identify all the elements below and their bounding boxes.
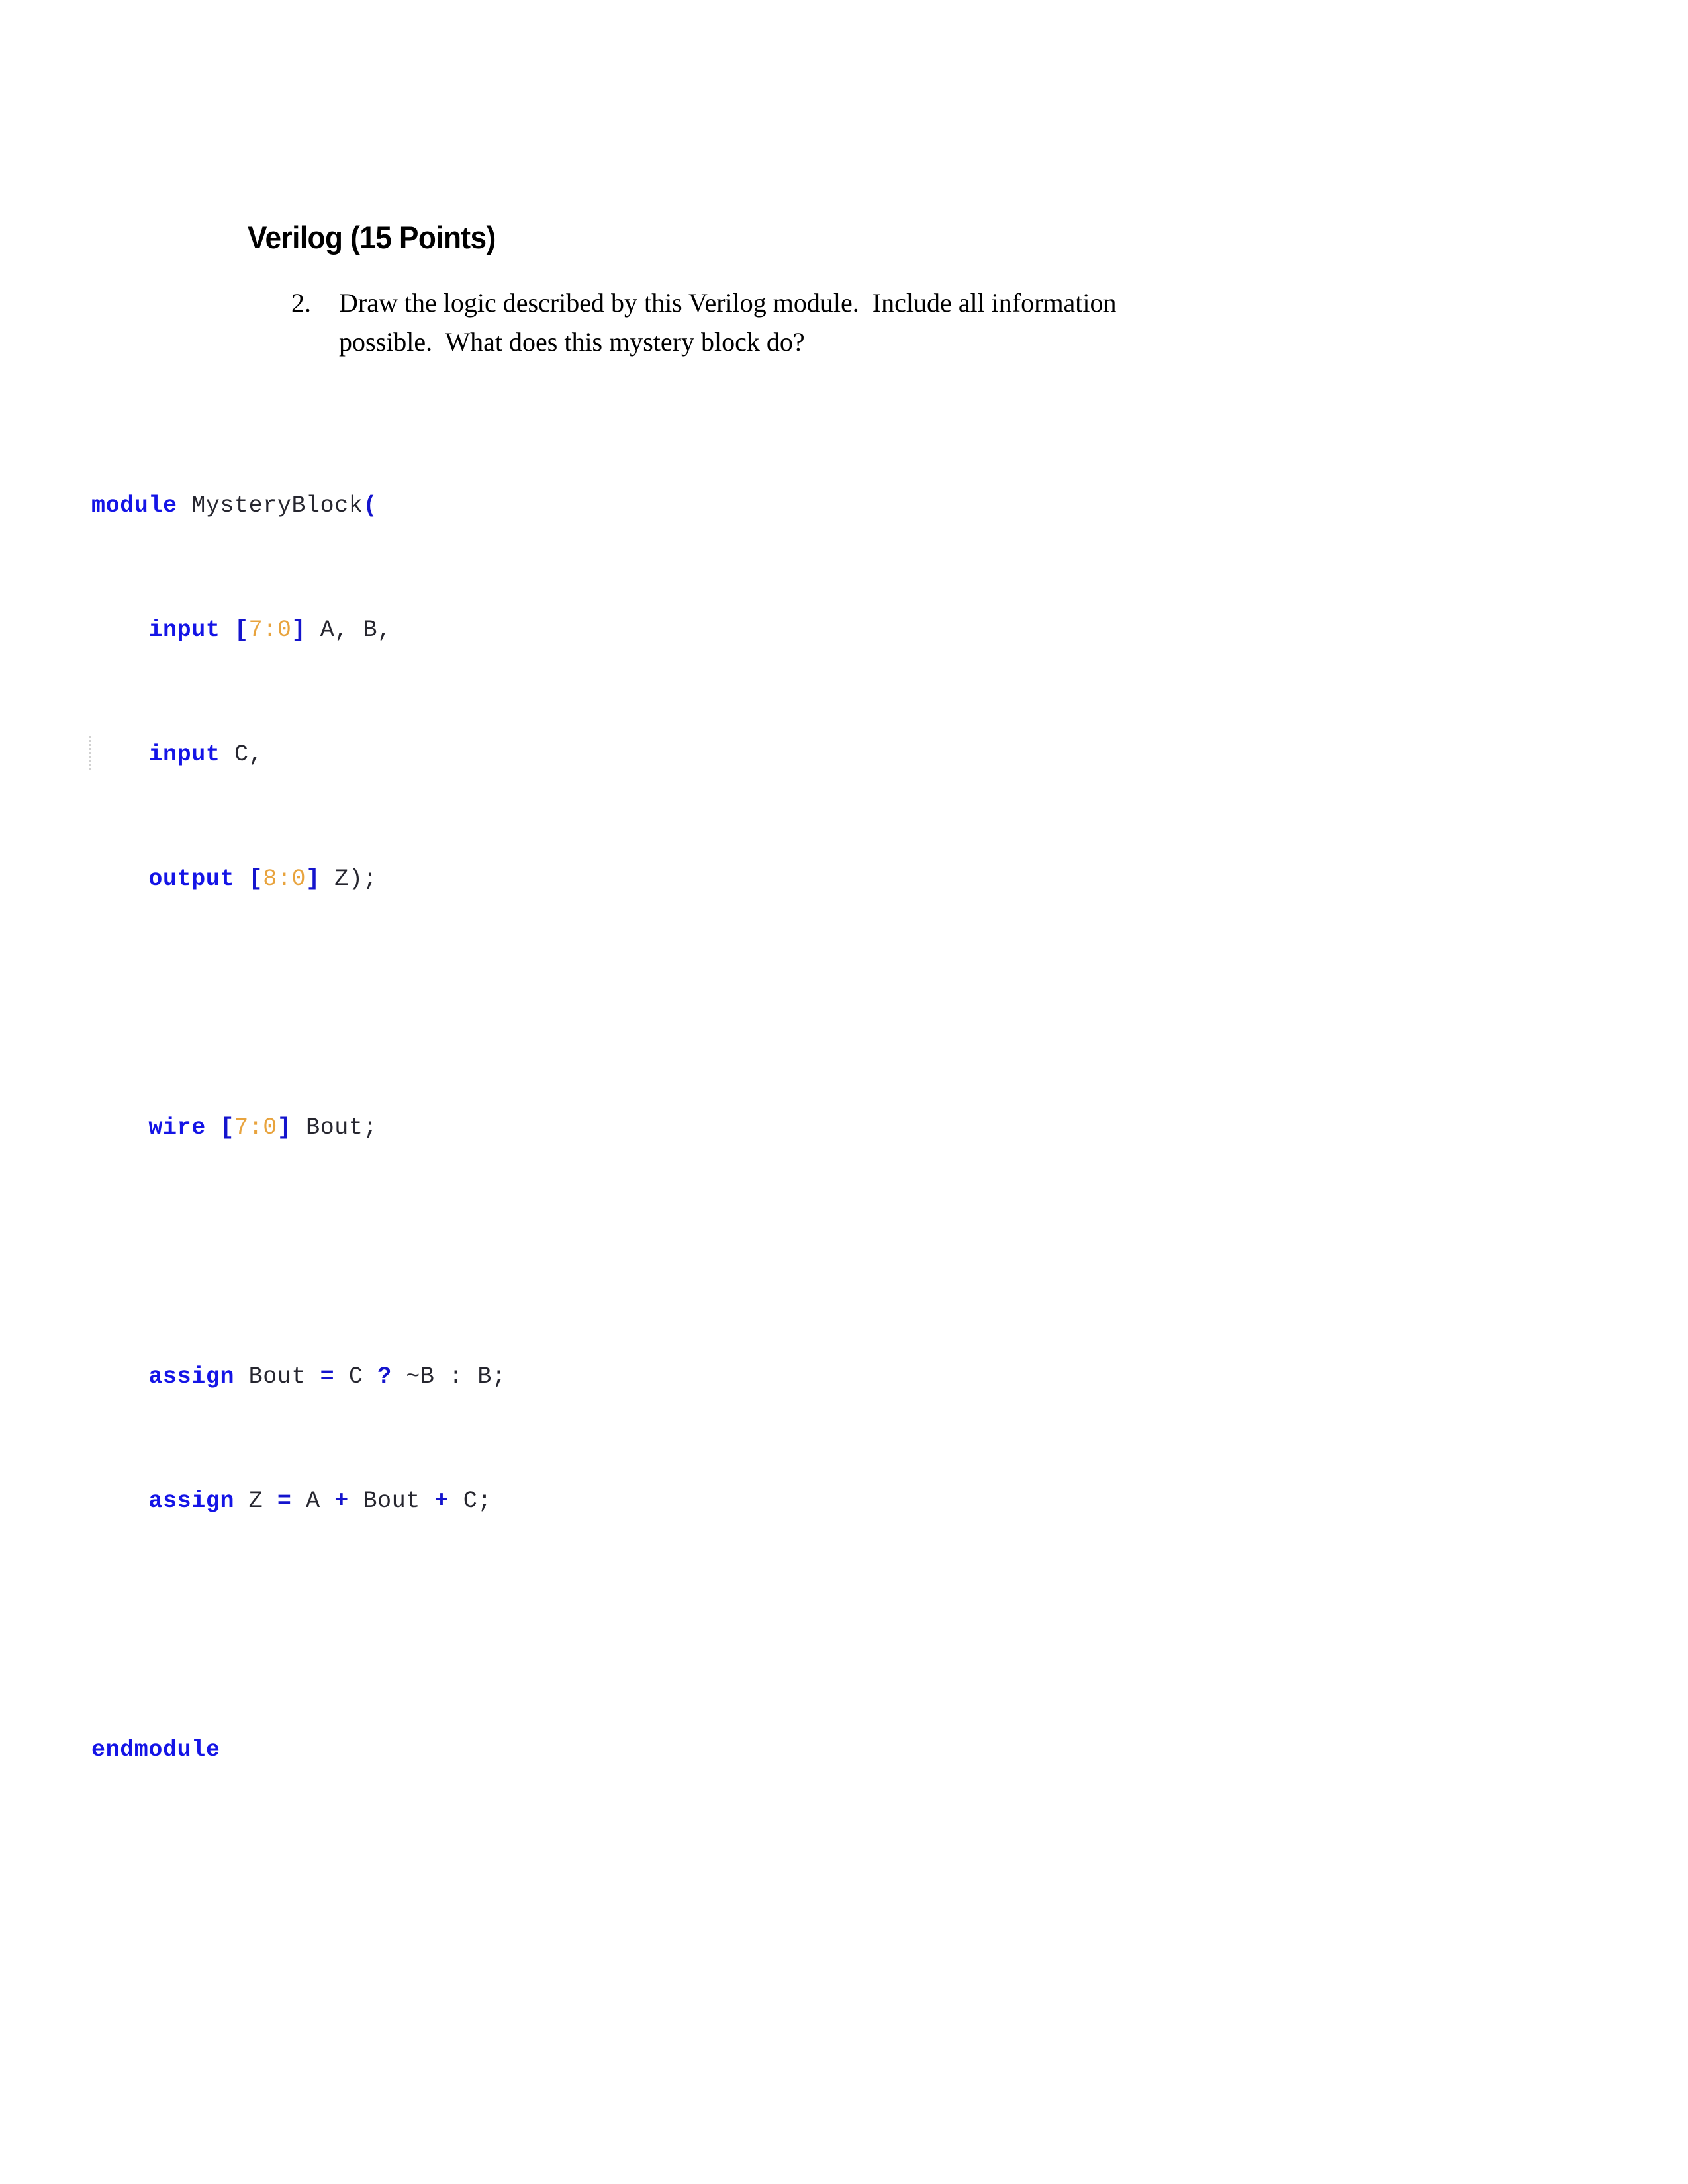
code-line-assign-bout: assign Bout = C ? ~B : B;: [91, 1361, 506, 1392]
lsb-index: 0: [291, 866, 306, 892]
code-line-endmodule: endmodule: [91, 1735, 506, 1766]
code-line-output-z: output [8:0] Z);: [91, 864, 506, 895]
indent-guide-marker: [89, 736, 91, 770]
keyword-assign: assign: [148, 1488, 235, 1514]
document-page: Verilog (15 Points) 2. Draw the logic de…: [0, 0, 1688, 2184]
equals-operator: =: [277, 1488, 292, 1514]
left-bracket: [: [248, 866, 263, 892]
range-colon: :: [263, 617, 277, 643]
ternary-true-value: ~B: [391, 1363, 449, 1390]
msb-index: 7: [234, 1115, 249, 1141]
keyword-endmodule: endmodule: [91, 1737, 220, 1763]
code-line-wire-bout: wire [7:0] Bout;: [91, 1113, 506, 1144]
operand-a: A: [291, 1488, 335, 1514]
ternary-false-value: B;: [463, 1363, 506, 1390]
port-c: C,: [220, 741, 263, 768]
question-row: 2. Draw the logic described by this Veri…: [291, 283, 1324, 361]
question-block: 2. Draw the logic described by this Veri…: [291, 283, 1324, 361]
code-line-input-ab: input [7:0] A, B,: [91, 615, 506, 646]
port-list-ab: A, B,: [306, 617, 392, 643]
operand-bout: Bout: [348, 1488, 435, 1514]
ternary-colon: :: [449, 1363, 463, 1390]
ternary-condition-c: C: [334, 1363, 378, 1390]
left-bracket: [: [220, 1115, 235, 1141]
code-line-blank-2: [91, 1237, 506, 1268]
module-name: MysteryBlock: [177, 492, 363, 519]
code-line-assign-z: assign Z = A + Bout + C;: [91, 1486, 506, 1517]
assign-target-bout: Bout: [234, 1363, 320, 1390]
range-colon: :: [277, 866, 292, 892]
keyword-module: module: [91, 492, 177, 519]
code-line-blank-3: [91, 1610, 506, 1641]
assign-target-z: Z: [234, 1488, 277, 1514]
right-bracket: ]: [291, 617, 306, 643]
port-z: Z: [320, 866, 349, 892]
question-line-1: Draw the logic described by this Verilog…: [339, 288, 1117, 318]
verilog-code-listing: module MysteryBlock( input [7:0] A, B, i…: [91, 397, 506, 1859]
close-paren: ): [348, 866, 363, 892]
wire-name-bout: Bout;: [291, 1115, 378, 1141]
keyword-input: input: [148, 741, 220, 768]
keyword-input: input: [148, 617, 220, 643]
code-line-input-c: input C,: [91, 739, 506, 770]
question-operator: ?: [377, 1363, 392, 1390]
open-paren: (: [363, 492, 378, 519]
page-title: Verilog (15 Points): [248, 220, 496, 255]
plus-operator: +: [434, 1488, 449, 1514]
right-bracket: ]: [277, 1115, 292, 1141]
right-bracket: ]: [306, 866, 320, 892]
code-line-blank-1: [91, 988, 506, 1019]
range-colon: :: [248, 1115, 263, 1141]
lsb-index: 0: [277, 617, 292, 643]
question-text: Draw the logic described by this Verilog…: [339, 283, 1324, 361]
msb-index: 7: [248, 617, 263, 643]
lsb-index: 0: [263, 1115, 277, 1141]
equals-operator: =: [320, 1363, 335, 1390]
keyword-wire: wire: [148, 1115, 206, 1141]
question-line-2: possible. What does this mystery block d…: [339, 327, 805, 357]
keyword-output: output: [148, 866, 235, 892]
plus-operator: +: [334, 1488, 349, 1514]
msb-index: 8: [263, 866, 277, 892]
left-bracket: [: [234, 617, 249, 643]
code-line-module-decl: module MysteryBlock(: [91, 490, 506, 522]
semicolon: ;: [363, 866, 378, 892]
operand-c: C;: [449, 1488, 492, 1514]
question-number: 2.: [291, 288, 311, 318]
keyword-assign: assign: [148, 1363, 235, 1390]
